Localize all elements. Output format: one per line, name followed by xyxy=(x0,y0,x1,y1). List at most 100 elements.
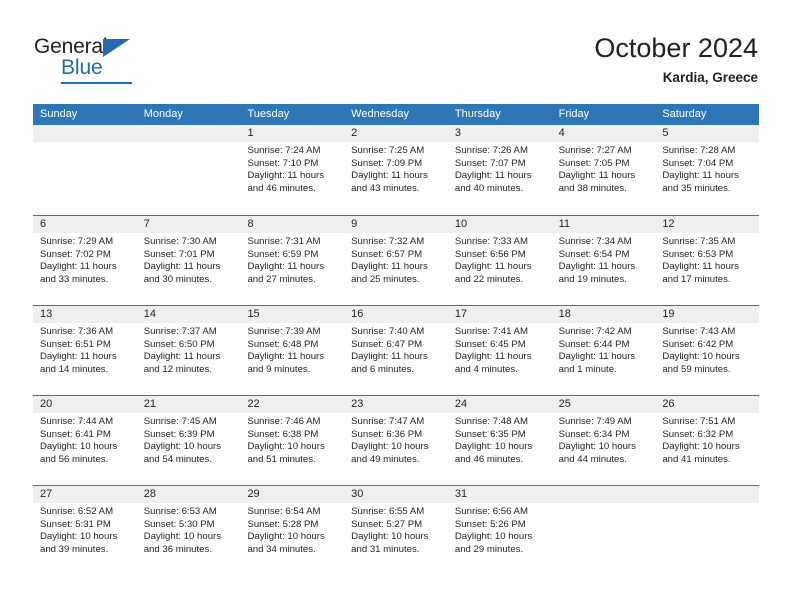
day-cell[interactable]: 1 Sunrise: 7:24 AM Sunset: 7:10 PM Dayli… xyxy=(240,125,345,215)
day-number: 8 xyxy=(240,216,345,233)
day-cell[interactable]: 28 Sunrise: 6:53 AM Sunset: 5:30 PM Dayl… xyxy=(136,486,241,575)
sunset-text: Sunset: 6:41 PM xyxy=(40,428,111,440)
day-details: Sunrise: 7:45 AM Sunset: 6:39 PM Dayligh… xyxy=(137,413,241,466)
day-cell[interactable]: 29 Sunrise: 6:54 AM Sunset: 5:28 PM Dayl… xyxy=(240,486,345,575)
day-details: Sunrise: 7:24 AM Sunset: 7:10 PM Dayligh… xyxy=(240,142,344,195)
day-cell[interactable]: 16 Sunrise: 7:40 AM Sunset: 6:47 PM Dayl… xyxy=(344,306,448,395)
day-details: Sunrise: 6:52 AM Sunset: 5:31 PM Dayligh… xyxy=(33,503,137,556)
day-number: 20 xyxy=(33,396,137,413)
day-details: Sunrise: 7:30 AM Sunset: 7:01 PM Dayligh… xyxy=(137,233,241,286)
sunset-text: Sunset: 6:34 PM xyxy=(558,428,630,440)
day-details: Sunrise: 7:37 AM Sunset: 6:50 PM Dayligh… xyxy=(137,323,241,376)
day-cell[interactable] xyxy=(136,125,241,215)
weekday-header-tuesday: Tuesday xyxy=(247,108,290,120)
daylight-text: Daylight: 11 hours and 40 minutes. xyxy=(454,170,532,194)
day-details: Sunrise: 7:48 AM Sunset: 6:35 PM Dayligh… xyxy=(448,413,552,466)
day-cell[interactable]: 18 Sunrise: 7:42 AM Sunset: 6:44 PM Dayl… xyxy=(551,306,656,395)
day-number: 9 xyxy=(344,216,448,233)
logo-text-blue: Blue xyxy=(61,56,103,79)
sunrise-text: Sunrise: 7:40 AM xyxy=(351,326,425,337)
day-cell[interactable]: 6 Sunrise: 7:29 AM Sunset: 7:02 PM Dayli… xyxy=(33,216,137,305)
sunrise-text: Sunrise: 7:39 AM xyxy=(247,326,321,337)
day-details: Sunrise: 6:53 AM Sunset: 5:30 PM Dayligh… xyxy=(137,503,241,556)
day-cell[interactable]: 23 Sunrise: 7:47 AM Sunset: 6:36 PM Dayl… xyxy=(344,396,448,485)
daylight-text: Daylight: 11 hours and 4 minutes. xyxy=(454,351,532,375)
day-cell[interactable]: 8 Sunrise: 7:31 AM Sunset: 6:59 PM Dayli… xyxy=(240,216,345,305)
day-number: 29 xyxy=(240,486,345,503)
day-number: 24 xyxy=(447,396,552,413)
day-cell[interactable]: 5 Sunrise: 7:28 AM Sunset: 7:04 PM Dayli… xyxy=(655,125,760,215)
day-cell[interactable]: 3 Sunrise: 7:26 AM Sunset: 7:07 PM Dayli… xyxy=(447,125,552,215)
sunset-text: Sunset: 6:50 PM xyxy=(143,338,215,350)
day-cell[interactable]: 14 Sunrise: 7:37 AM Sunset: 6:50 PM Dayl… xyxy=(136,306,241,395)
day-number: 14 xyxy=(136,306,241,323)
sunrise-text: Sunrise: 6:53 AM xyxy=(143,506,217,517)
daylight-text: Daylight: 10 hours and 31 minutes. xyxy=(351,531,429,555)
day-cell[interactable]: 4 Sunrise: 7:27 AM Sunset: 7:05 PM Dayli… xyxy=(551,125,656,215)
week-row: 27 Sunrise: 6:52 AM Sunset: 5:31 PM Dayl… xyxy=(33,485,760,575)
sunrise-text: Sunrise: 7:49 AM xyxy=(558,416,632,427)
day-cell[interactable] xyxy=(33,125,137,215)
day-details: Sunrise: 7:39 AM Sunset: 6:48 PM Dayligh… xyxy=(240,323,344,376)
day-number: 28 xyxy=(136,486,241,503)
sunrise-text: Sunrise: 7:44 AM xyxy=(40,416,114,427)
day-details: Sunrise: 7:25 AM Sunset: 7:09 PM Dayligh… xyxy=(344,142,448,195)
day-cell[interactable]: 31 Sunrise: 6:56 AM Sunset: 5:26 PM Dayl… xyxy=(447,486,552,575)
sunset-text: Sunset: 6:47 PM xyxy=(351,338,423,350)
sunset-text: Sunset: 7:09 PM xyxy=(351,157,423,169)
day-details: Sunrise: 7:42 AM Sunset: 6:44 PM Dayligh… xyxy=(552,323,656,376)
daylight-text: Daylight: 11 hours and 27 minutes. xyxy=(247,261,325,285)
day-number: 10 xyxy=(447,216,552,233)
day-cell[interactable]: 19 Sunrise: 7:43 AM Sunset: 6:42 PM Dayl… xyxy=(655,306,760,395)
day-number: 16 xyxy=(344,306,448,323)
day-details: Sunrise: 7:44 AM Sunset: 6:41 PM Dayligh… xyxy=(33,413,137,466)
daylight-text: Daylight: 11 hours and 43 minutes. xyxy=(351,170,428,194)
sunset-text: Sunset: 7:01 PM xyxy=(143,248,215,260)
daylight-text: Daylight: 10 hours and 49 minutes. xyxy=(351,441,429,465)
day-details: Sunrise: 6:55 AM Sunset: 5:27 PM Dayligh… xyxy=(344,503,448,556)
day-cell[interactable]: 27 Sunrise: 6:52 AM Sunset: 5:31 PM Dayl… xyxy=(33,486,137,575)
day-details: Sunrise: 7:26 AM Sunset: 7:07 PM Dayligh… xyxy=(448,142,552,195)
weekday-header-sunday: Sunday xyxy=(40,108,78,120)
daylight-text: Daylight: 11 hours and 25 minutes. xyxy=(351,261,428,285)
day-cell[interactable] xyxy=(655,486,760,575)
sunset-text: Sunset: 6:51 PM xyxy=(40,338,111,350)
sunset-text: Sunset: 6:45 PM xyxy=(454,338,526,350)
day-cell[interactable]: 2 Sunrise: 7:25 AM Sunset: 7:09 PM Dayli… xyxy=(344,125,448,215)
daylight-text: Daylight: 10 hours and 39 minutes. xyxy=(40,531,118,555)
daylight-text: Daylight: 10 hours and 36 minutes. xyxy=(143,531,222,555)
day-number: 30 xyxy=(344,486,448,503)
sunrise-text: Sunrise: 7:26 AM xyxy=(454,145,528,156)
day-details: Sunrise: 7:43 AM Sunset: 6:42 PM Dayligh… xyxy=(655,323,759,376)
daylight-text: Daylight: 11 hours and 33 minutes. xyxy=(40,261,117,285)
day-number: 23 xyxy=(344,396,448,413)
page-title: October 2024 xyxy=(594,33,758,63)
day-cell[interactable]: 13 Sunrise: 7:36 AM Sunset: 6:51 PM Dayl… xyxy=(33,306,137,395)
day-cell[interactable]: 17 Sunrise: 7:41 AM Sunset: 6:45 PM Dayl… xyxy=(447,306,552,395)
day-cell[interactable]: 25 Sunrise: 7:49 AM Sunset: 6:34 PM Dayl… xyxy=(551,396,656,485)
day-cell[interactable]: 7 Sunrise: 7:30 AM Sunset: 7:01 PM Dayli… xyxy=(136,216,241,305)
day-details: Sunrise: 7:36 AM Sunset: 6:51 PM Dayligh… xyxy=(33,323,137,376)
daylight-text: Daylight: 11 hours and 46 minutes. xyxy=(247,170,325,194)
day-cell[interactable]: 15 Sunrise: 7:39 AM Sunset: 6:48 PM Dayl… xyxy=(240,306,345,395)
day-details: Sunrise: 7:51 AM Sunset: 6:32 PM Dayligh… xyxy=(655,413,759,466)
day-cell[interactable]: 11 Sunrise: 7:34 AM Sunset: 6:54 PM Dayl… xyxy=(551,216,656,305)
day-cell[interactable]: 12 Sunrise: 7:35 AM Sunset: 6:53 PM Dayl… xyxy=(655,216,760,305)
daylight-text: Daylight: 10 hours and 51 minutes. xyxy=(247,441,325,465)
day-cell[interactable]: 21 Sunrise: 7:45 AM Sunset: 6:39 PM Dayl… xyxy=(136,396,241,485)
day-cell[interactable] xyxy=(551,486,656,575)
sunset-text: Sunset: 5:30 PM xyxy=(143,518,215,530)
weekday-header-saturday: Saturday xyxy=(662,108,707,120)
daylight-text: Daylight: 10 hours and 54 minutes. xyxy=(143,441,222,465)
day-cell[interactable]: 20 Sunrise: 7:44 AM Sunset: 6:41 PM Dayl… xyxy=(33,396,137,485)
day-cell[interactable]: 10 Sunrise: 7:33 AM Sunset: 6:56 PM Dayl… xyxy=(447,216,552,305)
day-cell[interactable]: 24 Sunrise: 7:48 AM Sunset: 6:35 PM Dayl… xyxy=(447,396,552,485)
sunrise-text: Sunrise: 7:51 AM xyxy=(662,416,736,427)
day-cell[interactable]: 9 Sunrise: 7:32 AM Sunset: 6:57 PM Dayli… xyxy=(344,216,448,305)
triangle-icon xyxy=(103,39,130,57)
sunset-text: Sunset: 6:38 PM xyxy=(247,428,319,440)
day-cell[interactable]: 26 Sunrise: 7:51 AM Sunset: 6:32 PM Dayl… xyxy=(655,396,760,485)
sunrise-text: Sunrise: 7:31 AM xyxy=(247,236,321,247)
day-cell[interactable]: 30 Sunrise: 6:55 AM Sunset: 5:27 PM Dayl… xyxy=(344,486,448,575)
day-cell[interactable]: 22 Sunrise: 7:46 AM Sunset: 6:38 PM Dayl… xyxy=(240,396,345,485)
